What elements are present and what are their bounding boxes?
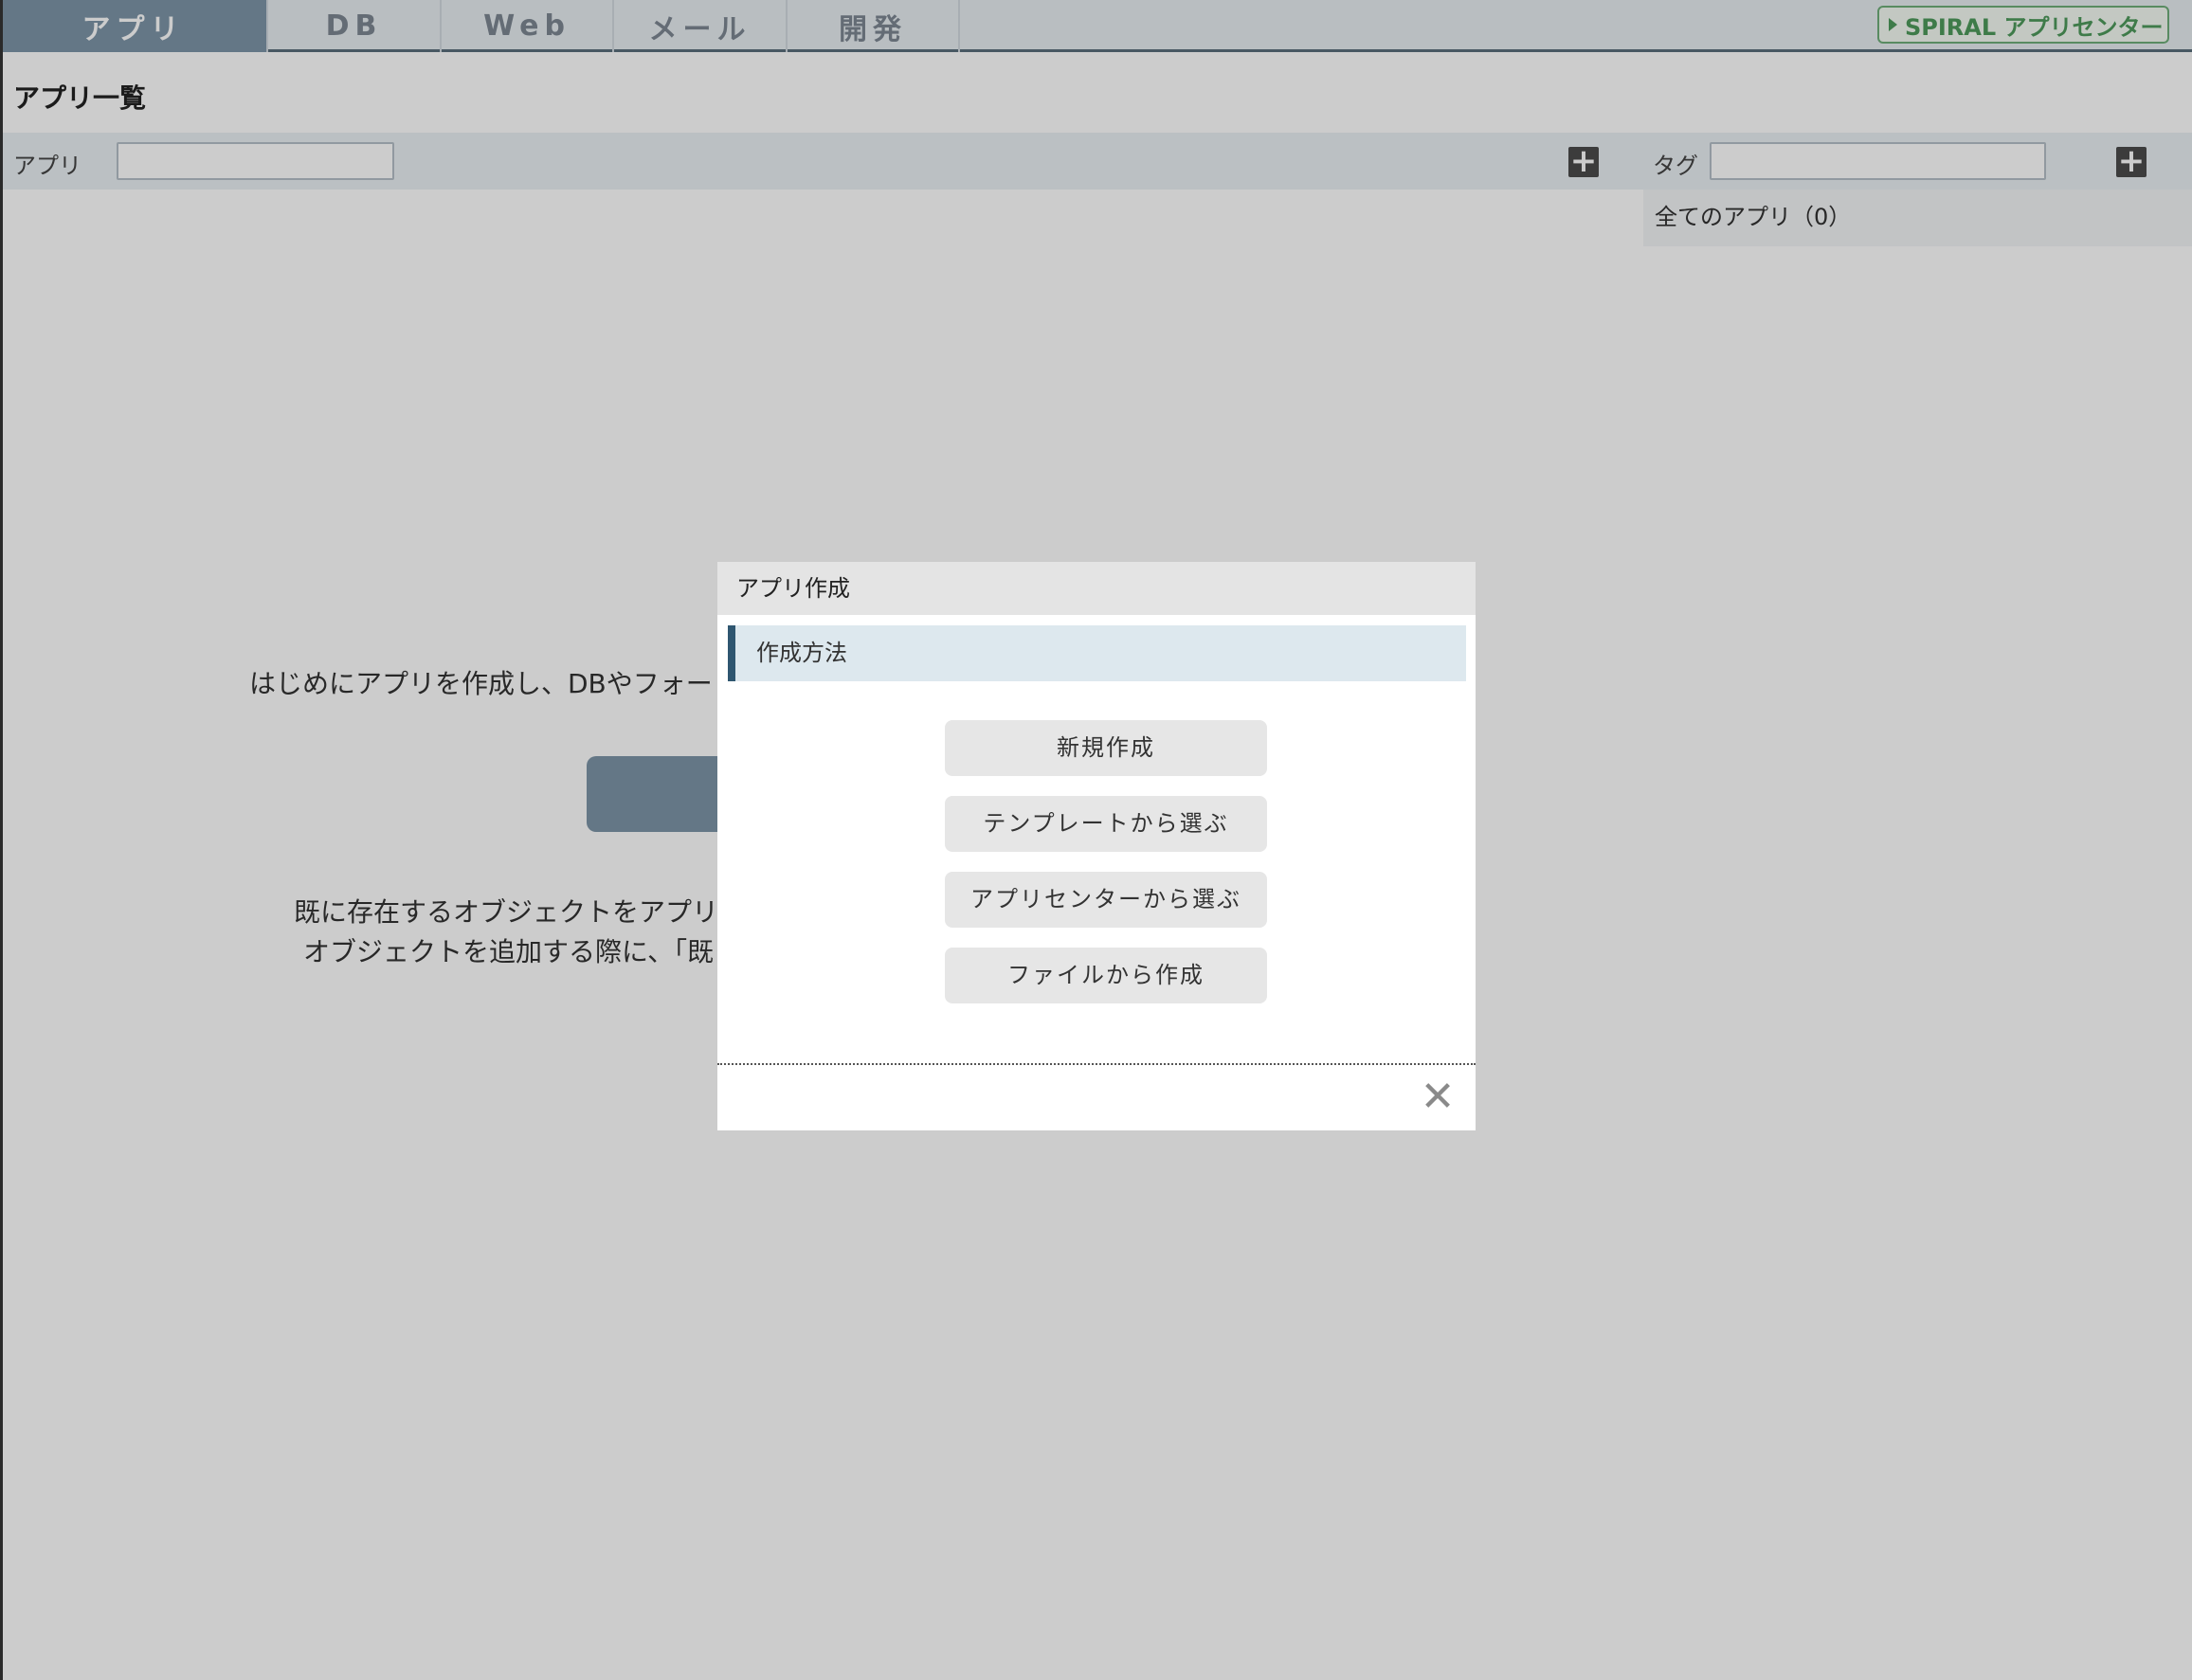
window-edge: [0, 0, 3, 1680]
dialog-divider: [717, 1063, 1476, 1065]
create-app-dialog: アプリ作成 作成方法 新規作成 テンプレートから選ぶ アプリセンターから選ぶ フ…: [717, 562, 1476, 1130]
choose-appcenter-button[interactable]: アプリセンターから選ぶ: [945, 872, 1267, 928]
create-from-file-button[interactable]: ファイルから作成: [945, 948, 1267, 1003]
choose-template-button[interactable]: テンプレートから選ぶ: [945, 796, 1267, 852]
close-icon[interactable]: ✕: [1419, 1076, 1457, 1118]
dialog-title: アプリ作成: [717, 562, 1476, 615]
section-header: 作成方法: [728, 625, 1466, 681]
new-create-button[interactable]: 新規作成: [945, 720, 1267, 776]
